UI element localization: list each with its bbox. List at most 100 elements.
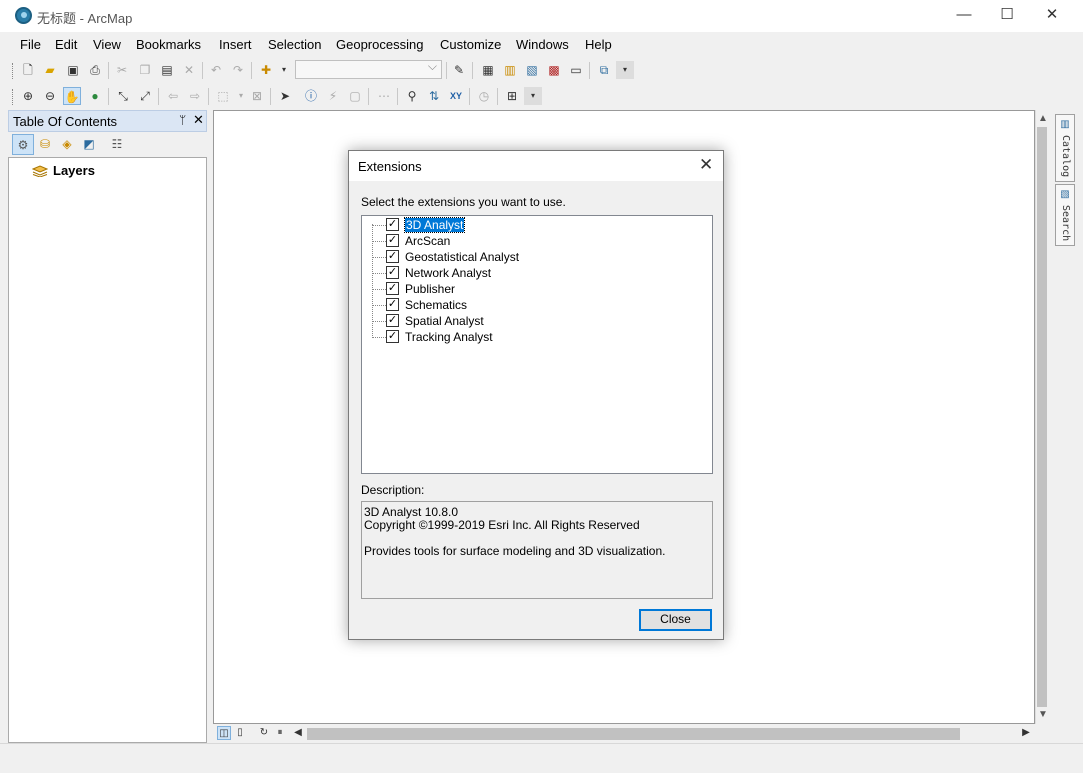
- scroll-right-icon[interactable]: ▶: [1019, 726, 1033, 740]
- extension-item-tracking-analyst[interactable]: ✓ Tracking Analyst: [372, 329, 692, 345]
- close-window-button[interactable]: ✕: [1029, 0, 1075, 32]
- extension-checkbox[interactable]: ✓: [386, 250, 399, 263]
- catalog-dock-tab[interactable]: ▥ Catalog: [1055, 114, 1075, 182]
- toolbar-options-icon[interactable]: ▾: [524, 87, 542, 105]
- go-back-extent-icon[interactable]: ⇦: [164, 87, 182, 105]
- copy-icon[interactable]: ❐: [136, 61, 154, 79]
- go-to-xy-icon[interactable]: XY: [447, 87, 465, 105]
- extension-checkbox[interactable]: ✓: [386, 234, 399, 247]
- menu-file[interactable]: File: [20, 37, 41, 52]
- model-builder-icon[interactable]: ⧉: [595, 61, 613, 79]
- pin-icon[interactable]: ᛘ: [179, 113, 186, 127]
- open-folder-icon[interactable]: ▰: [41, 61, 59, 79]
- extension-item-spatial-analyst[interactable]: ✓ Spatial Analyst: [372, 313, 692, 329]
- menu-geoprocessing[interactable]: Geoprocessing: [336, 37, 423, 52]
- undo-icon[interactable]: ↶: [207, 61, 225, 79]
- extension-checkbox[interactable]: ✓: [386, 330, 399, 343]
- new-document-icon[interactable]: 🗋: [19, 61, 37, 79]
- catalog-window-icon[interactable]: ▥: [501, 61, 519, 79]
- add-data-icon[interactable]: ✚: [257, 61, 275, 79]
- zoom-in-icon[interactable]: ⊕: [19, 87, 37, 105]
- catalog-tab-label: Catalog: [1060, 135, 1071, 178]
- find-icon[interactable]: ⚲: [403, 87, 421, 105]
- identify-icon[interactable]: ⓘ: [302, 87, 320, 105]
- search-window-icon[interactable]: ▧: [523, 61, 541, 79]
- minimize-button[interactable]: —: [941, 0, 987, 32]
- toc-body: Layers: [8, 157, 207, 743]
- toc-options-icon[interactable]: ☷: [106, 134, 128, 155]
- list-by-visibility-icon[interactable]: ◈: [56, 134, 78, 155]
- select-elements-icon[interactable]: ➤: [276, 87, 294, 105]
- extension-checkbox[interactable]: ✓: [386, 266, 399, 279]
- menu-view[interactable]: View: [93, 37, 121, 52]
- delete-icon[interactable]: ✕: [180, 61, 198, 79]
- extension-checkbox[interactable]: ✓: [386, 298, 399, 311]
- refresh-icon[interactable]: ↻: [257, 726, 271, 740]
- menu-bookmarks[interactable]: Bookmarks: [136, 37, 201, 52]
- editor-toolbar-icon[interactable]: ✎: [450, 61, 468, 79]
- save-icon[interactable]: ▣: [64, 61, 82, 79]
- toolbar-grip[interactable]: [12, 89, 15, 105]
- scroll-down-icon[interactable]: ▼: [1038, 709, 1048, 720]
- paste-icon[interactable]: ▤: [158, 61, 176, 79]
- go-forward-extent-icon[interactable]: ⇨: [186, 87, 204, 105]
- maximize-button[interactable]: ☐: [984, 0, 1030, 32]
- extension-checkbox[interactable]: ✓: [386, 218, 399, 231]
- zoom-out-icon[interactable]: ⊖: [41, 87, 59, 105]
- select-features-icon[interactable]: ⬚: [214, 87, 232, 105]
- horizontal-scroll-thumb[interactable]: [307, 728, 960, 740]
- menu-help[interactable]: Help: [585, 37, 612, 52]
- time-slider-icon[interactable]: ◷: [475, 87, 493, 105]
- print-icon[interactable]: ⎙: [86, 61, 104, 79]
- arctoolbox-window-icon[interactable]: ▩: [545, 61, 563, 79]
- toolbar-grip[interactable]: [12, 63, 15, 79]
- pan-icon[interactable]: ✋: [63, 87, 81, 105]
- find-route-icon[interactable]: ⇅: [425, 87, 443, 105]
- fixed-zoom-in-icon[interactable]: ⤡: [114, 87, 132, 105]
- python-window-icon[interactable]: ▭: [567, 61, 585, 79]
- pause-drawing-icon[interactable]: ⏸: [273, 726, 287, 740]
- extension-item-network-analyst[interactable]: ✓ Network Analyst: [372, 265, 692, 281]
- search-dock-tab[interactable]: ▧ Search: [1055, 184, 1075, 246]
- map-scale-combo[interactable]: [295, 59, 442, 79]
- extension-item-geostatistical-analyst[interactable]: ✓ Geostatistical Analyst: [372, 249, 692, 265]
- list-by-drawing-order-icon[interactable]: ⚙: [12, 134, 34, 155]
- hyperlink-icon[interactable]: ⚡: [324, 87, 342, 105]
- list-by-source-icon[interactable]: ⛁: [34, 134, 56, 155]
- extension-item-schematics[interactable]: ✓ Schematics: [372, 297, 692, 313]
- vertical-scroll-thumb[interactable]: [1037, 127, 1047, 707]
- close-button[interactable]: Close: [639, 609, 712, 631]
- cut-icon[interactable]: ✂: [113, 61, 131, 79]
- scroll-left-icon[interactable]: ◀: [291, 726, 305, 740]
- redo-icon[interactable]: ↷: [229, 61, 247, 79]
- extensions-list[interactable]: ✓ 3D Analyst ✓ ArcScan ✓ Geostatistical …: [361, 215, 713, 474]
- clear-selection-icon[interactable]: ⊠: [248, 87, 266, 105]
- extension-item-3d-analyst[interactable]: ✓ 3D Analyst: [372, 217, 692, 233]
- scroll-up-icon[interactable]: ▲: [1038, 113, 1048, 124]
- full-extent-icon[interactable]: ●: [86, 87, 104, 105]
- toc-close-icon[interactable]: ✕: [193, 112, 204, 128]
- toolbar-options-icon[interactable]: ▾: [616, 61, 634, 79]
- data-view-icon[interactable]: ◫: [217, 726, 231, 740]
- menu-selection[interactable]: Selection: [268, 37, 321, 52]
- fixed-zoom-out-icon[interactable]: ⤢: [136, 87, 154, 105]
- extension-item-publisher[interactable]: ✓ Publisher: [372, 281, 692, 297]
- extension-item-arcscan[interactable]: ✓ ArcScan: [372, 233, 692, 249]
- menu-customize[interactable]: Customize: [440, 37, 501, 52]
- measure-icon[interactable]: ⋯: [375, 87, 393, 105]
- menu-edit[interactable]: Edit: [55, 37, 77, 52]
- menu-windows[interactable]: Windows: [516, 37, 569, 52]
- extension-label: Tracking Analyst: [405, 330, 493, 344]
- extension-checkbox[interactable]: ✓: [386, 282, 399, 295]
- layers-data-frame[interactable]: Layers: [53, 163, 95, 178]
- dialog-close-icon[interactable]: ✕: [699, 155, 713, 175]
- extension-checkbox[interactable]: ✓: [386, 314, 399, 327]
- menu-insert[interactable]: Insert: [219, 37, 252, 52]
- layout-view-icon[interactable]: ▯: [233, 726, 247, 740]
- create-viewer-window-icon[interactable]: ⊞: [503, 87, 521, 105]
- html-popup-icon[interactable]: ▢: [346, 87, 364, 105]
- table-of-contents-window-icon[interactable]: ▦: [479, 61, 497, 79]
- list-by-selection-icon[interactable]: ◩: [78, 134, 100, 155]
- add-data-dropdown-icon[interactable]: ▾: [275, 61, 293, 79]
- dialog-title-bar: Extensions ✕: [349, 151, 723, 181]
